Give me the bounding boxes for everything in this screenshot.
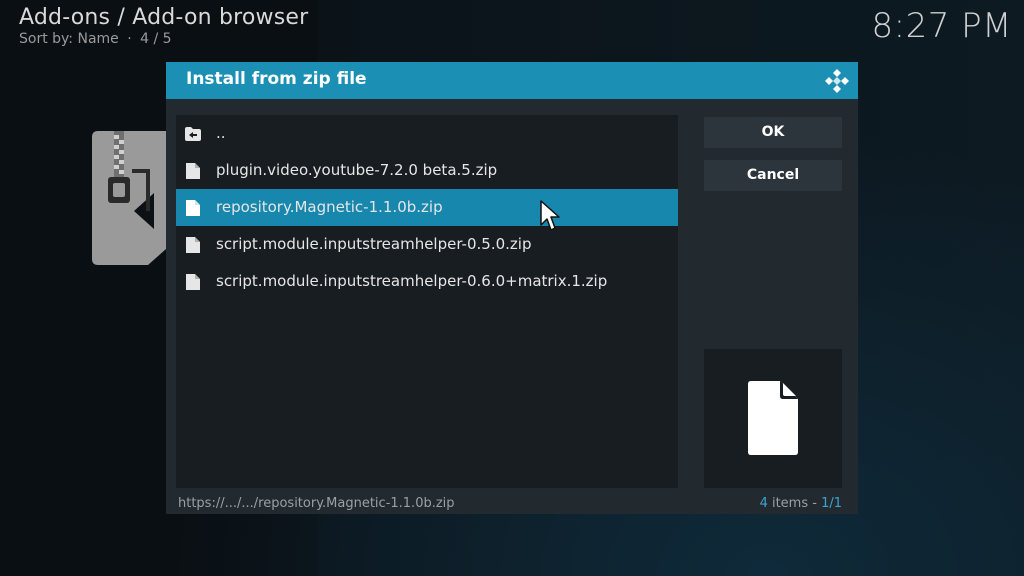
file-name: script.module.inputstreamhelper-0.6.0+ma… (216, 272, 608, 290)
dialog-header: Install from zip file (166, 62, 858, 99)
ok-button[interactable]: OK (704, 117, 842, 148)
file-name: repository.Magnetic-1.1.0b.zip (216, 198, 443, 216)
file-preview (704, 349, 842, 488)
file-name: plugin.video.youtube-7.2.0 beta.5.zip (216, 161, 498, 179)
list-item-file[interactable]: plugin.video.youtube-7.2.0 beta.5.zip (176, 152, 678, 189)
file-name: script.module.inputstreamhelper-0.5.0.zi… (216, 235, 532, 253)
dialog-title: Install from zip file (186, 69, 367, 89)
selected-file-path: https://.../.../repository.Magnetic-1.1.… (178, 496, 455, 511)
file-icon (186, 237, 200, 253)
file-list[interactable]: .. plugin.video.youtube-7.2.0 beta.5.zip… (176, 115, 678, 488)
kodi-screen: Add-ons / Add-on browser Sort by: Name ·… (0, 0, 1024, 576)
file-icon (748, 381, 798, 455)
file-icon (186, 200, 200, 216)
list-item-file-selected[interactable]: repository.Magnetic-1.1.0b.zip (176, 189, 678, 226)
list-item-file[interactable]: script.module.inputstreamhelper-0.6.0+ma… (176, 263, 678, 300)
kodi-logo-icon (825, 69, 849, 93)
sort-info: Sort by: Name · 4 / 5 (19, 31, 172, 47)
clock: 8:27 PM (871, 6, 1012, 46)
file-icon (186, 274, 200, 290)
install-from-zip-dialog: Install from zip file .. plugin.video.yo… (166, 62, 858, 514)
item-count-number: 4 (759, 496, 768, 511)
file-name: .. (216, 124, 226, 142)
list-item-parent[interactable]: .. (176, 115, 678, 152)
mouse-pointer-icon (540, 200, 560, 231)
list-item-file[interactable]: script.module.inputstreamhelper-0.5.0.zi… (176, 226, 678, 263)
items-count: 4 items - 1/1 (760, 496, 842, 511)
folder-up-icon (185, 127, 201, 141)
item-position: 4 / 5 (140, 31, 172, 47)
items-word: items - (767, 496, 822, 511)
zip-archive-icon (92, 131, 166, 265)
cancel-button[interactable]: Cancel (704, 160, 842, 191)
sort-separator: · (127, 31, 132, 47)
sort-label: Sort by: Name (19, 31, 119, 47)
page-title: Add-ons / Add-on browser (19, 5, 309, 30)
file-icon (186, 163, 200, 179)
page-indicator: 1/1 (821, 496, 842, 511)
